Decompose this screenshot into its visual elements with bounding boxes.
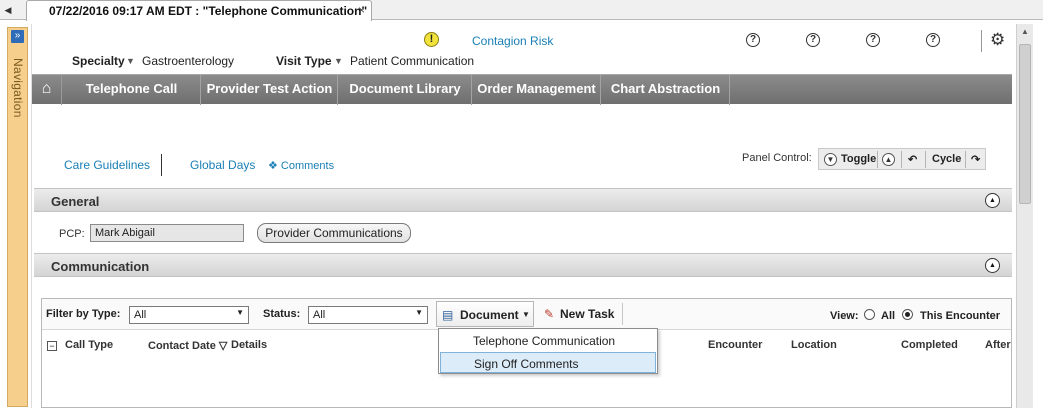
document-icon: ▤ [442,308,454,322]
toggle-button[interactable]: Toggle [841,153,876,165]
telephone-call-button[interactable]: Telephone Call [63,75,201,105]
column-location[interactable]: Location [791,339,837,351]
pcp-label: PCP: [59,228,85,240]
collapse-section-icon[interactable]: ▲ [985,258,1000,273]
gear-icon[interactable]: ⚙ [990,30,1005,50]
communication-section-title: Communication [51,259,150,274]
filter-type-value: All [134,309,147,321]
view-all-label[interactable]: All [881,310,895,322]
header-divider [981,30,982,52]
expand-all-icon[interactable]: ▲ [882,153,895,166]
panel-control-label: Panel Control: [742,152,812,164]
collapse-section-icon[interactable]: ▲ [985,193,1000,208]
communication-section-header[interactable]: Communication ▲ [34,253,1012,277]
home-icon[interactable]: ⌂ [32,75,62,105]
link-separator [161,154,162,176]
general-section-header[interactable]: General ▲ [34,188,1012,212]
view-all-radio[interactable] [864,309,875,320]
specialty-label: Specialty [72,54,125,68]
contagion-risk-link[interactable]: Contagion Risk [472,34,553,48]
column-completed[interactable]: Completed [901,339,958,351]
panel-control-divider [877,151,878,168]
new-task-button[interactable]: New Task [560,307,614,321]
column-details[interactable]: Details [231,339,267,351]
panel-control-divider [901,151,902,168]
filter-by-type-label: Filter by Type: [46,308,121,320]
task-checklist-icon[interactable]: ✎ [544,307,554,321]
menu-item-telephone-communication[interactable]: Telephone Communication [440,330,656,351]
contagion-warning-icon[interactable]: ! [424,32,439,47]
help-icon[interactable]: ? [746,33,760,47]
provider-communications-button[interactable]: Provider Communications [257,223,411,243]
vertical-scrollbar[interactable]: ▲ [1016,24,1033,408]
column-encounter[interactable]: Encounter [708,339,762,351]
filter-type-select[interactable]: All ▼ [129,306,249,324]
visit-type-label: Visit Type [276,54,332,68]
action-toolbar: ⌂ Telephone Call Provider Test Action Do… [32,74,1012,105]
chart-abstraction-button[interactable]: Chart Abstraction [602,75,730,105]
care-guidelines-link[interactable]: Care Guidelines [64,158,150,172]
column-after[interactable]: After [985,339,1011,351]
status-select[interactable]: All ▼ [308,306,428,324]
radio-selected-dot [905,312,910,317]
status-label: Status: [263,308,301,320]
panel-control-divider [925,151,926,168]
filter-bar: Filter by Type: All ▼ Status: All ▼ ▤ Do… [42,299,1011,330]
help-icon[interactable]: ? [806,33,820,47]
visit-type-dropdown-icon[interactable]: ▼ [334,56,343,66]
close-icon[interactable]: × [358,3,365,17]
scroll-thumb[interactable] [1019,44,1031,204]
view-this-encounter-label[interactable]: This Encounter [920,310,1000,322]
tab-strip: ◀ 07/22/2016 09:17 AM EDT : "Telephone C… [0,0,1043,21]
navigation-label: Navigation [11,58,25,118]
column-call-type[interactable]: Call Type [65,339,113,351]
general-section-title: General [51,194,100,209]
panel-control-group: ▼ Toggle ▲ ↶ Cycle ↷ [818,148,986,170]
view-this-encounter-radio[interactable] [902,309,913,320]
scroll-up-icon[interactable]: ▲ [1017,24,1033,40]
navigation-panel[interactable]: » Navigation [7,27,28,407]
help-icon[interactable]: ? [866,33,880,47]
column-contact-date[interactable]: Contact Date ▽ [148,339,227,352]
document-button-label: Document [460,308,519,322]
menu-item-sign-off-comments[interactable]: Sign Off Comments [440,352,656,373]
order-management-button[interactable]: Order Management [473,75,601,105]
comments-link[interactable]: ❖ Comments [268,159,334,172]
collapse-all-icon[interactable]: ▼ [824,153,837,166]
panel-control-divider [965,151,966,168]
help-icon[interactable]: ? [926,33,940,47]
chevron-down-icon: ▼ [522,310,530,319]
visit-type-value: Patient Communication [350,54,475,68]
encounter-main-panel: ! Contagion Risk ? ? ? ? ⚙ Specialty ▼ G… [31,24,1015,408]
redo-arrow-icon[interactable]: ↷ [971,153,980,166]
chevron-down-icon: ▼ [236,308,244,317]
chevron-down-icon: ▼ [415,308,423,317]
tab-scroll-left-icon[interactable]: ◀ [2,3,14,17]
document-library-button[interactable]: Document Library [339,75,472,105]
document-dropdown-menu: Telephone Communication Sign Off Comment… [438,328,658,374]
pcp-field[interactable]: Mark Abigail [90,224,244,242]
global-days-link[interactable]: Global Days [190,158,255,172]
document-tab-title: 07/22/2016 09:17 AM EDT : "Telephone Com… [49,4,368,18]
undo-arrow-icon[interactable]: ↶ [908,153,917,166]
expand-navigation-icon[interactable]: » [11,30,24,43]
cycle-button[interactable]: Cycle [932,153,961,165]
specialty-value: Gastroenterology [142,54,235,68]
toolbar-divider [622,303,623,325]
collapse-rows-icon[interactable]: − [47,341,57,351]
specialty-dropdown-icon[interactable]: ▼ [126,56,135,66]
status-value: All [313,309,326,321]
document-dropdown-button[interactable]: ▤ Document ▼ [436,301,534,327]
view-label: View: [830,310,859,322]
document-tab[interactable]: 07/22/2016 09:17 AM EDT : "Telephone Com… [26,0,372,21]
provider-test-action-button[interactable]: Provider Test Action [202,75,338,105]
